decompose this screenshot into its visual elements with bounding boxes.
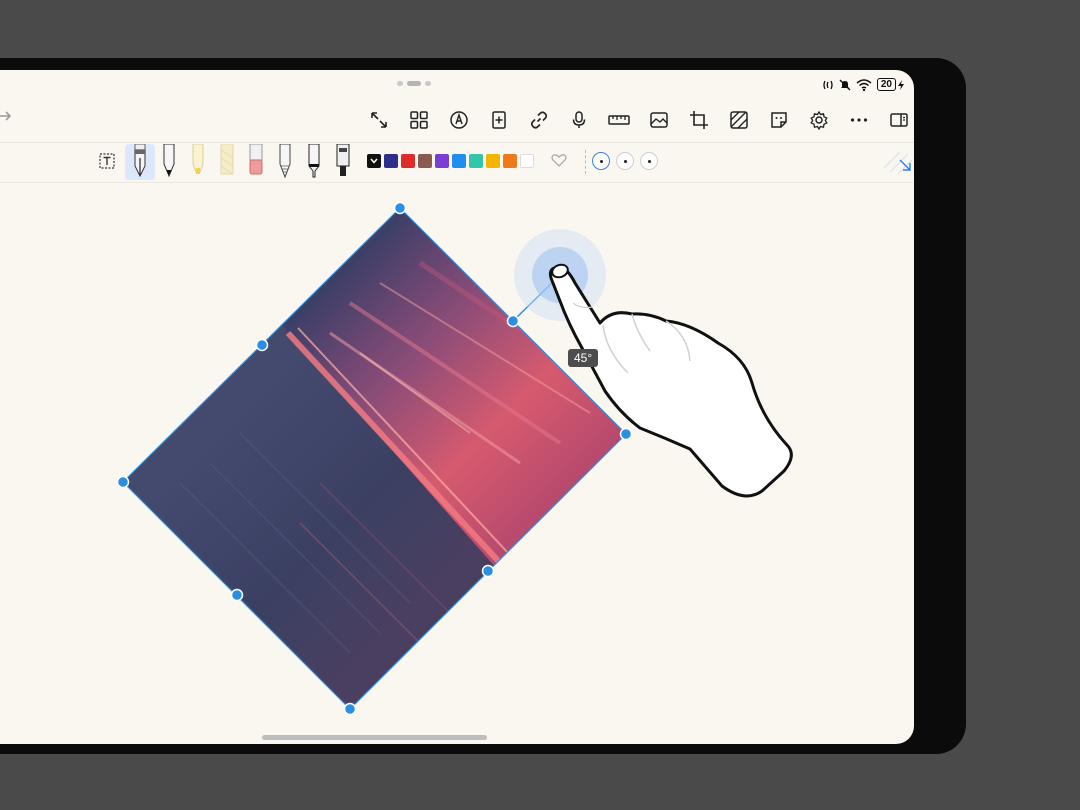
- ruler-button[interactable]: [607, 108, 631, 132]
- more-icon: [850, 118, 868, 122]
- multitask-handle[interactable]: [397, 81, 431, 86]
- highlighter-icon: [192, 143, 204, 174]
- marker-tool[interactable]: [334, 143, 352, 185]
- battery-level: 20: [876, 78, 896, 91]
- text-box-icon: [99, 153, 115, 169]
- sidebar-icon: [890, 113, 908, 127]
- collapse-toolbar-button[interactable]: [880, 148, 914, 181]
- app-screen: 20 45°: [0, 70, 914, 744]
- fountain-pen-tool[interactable]: [131, 143, 149, 185]
- ruler-icon: [608, 115, 630, 125]
- color-swatch-white[interactable]: [520, 154, 534, 168]
- sidebar-toggle-button[interactable]: [887, 108, 911, 132]
- home-indicator[interactable]: [262, 735, 487, 740]
- settings-icon: [810, 110, 828, 130]
- redo-icon: [0, 111, 12, 121]
- handle-left[interactable]: [116, 475, 130, 489]
- pen-mode-button[interactable]: [447, 108, 471, 132]
- textured-highlighter-icon: [220, 143, 234, 175]
- nfc-icon: [823, 80, 833, 89]
- crop-icon: [690, 111, 708, 129]
- mute-icon: [839, 79, 851, 90]
- chevron-down-icon: [370, 158, 378, 164]
- color-swatch-teal[interactable]: [469, 154, 483, 168]
- stroke-size-large[interactable]: [640, 152, 658, 170]
- highlighter-tool[interactable]: [189, 143, 207, 185]
- grid-icon: [410, 111, 428, 129]
- note-canvas[interactable]: 45°: [0, 183, 914, 744]
- rotation-angle-badge: 45°: [568, 349, 599, 367]
- redo-button[interactable]: [0, 110, 14, 133]
- ballpoint-pen-tool[interactable]: [160, 143, 178, 185]
- wifi-icon: [856, 78, 872, 91]
- main-toolbar: [0, 98, 914, 143]
- color-swatch-brown[interactable]: [418, 154, 432, 168]
- sticker-button[interactable]: [767, 108, 791, 132]
- toolbar-divider: [585, 150, 587, 174]
- handle-bottom-left-mid[interactable]: [230, 588, 244, 602]
- image-icon: [650, 112, 668, 128]
- status-bar: 20: [0, 70, 914, 98]
- fullscreen-button[interactable]: [367, 108, 391, 132]
- fineliner-tool[interactable]: [305, 143, 323, 185]
- handle-right[interactable]: [619, 427, 633, 441]
- color-swatch-red[interactable]: [401, 154, 415, 168]
- handle-bottom-right-mid[interactable]: [481, 564, 495, 578]
- stroke-size-options: [592, 152, 658, 170]
- fullscreen-icon: [371, 112, 387, 128]
- voice-record-button[interactable]: [567, 108, 591, 132]
- fineliner-icon: [308, 143, 320, 178]
- heart-icon: [551, 154, 567, 167]
- status-icons: 20: [822, 78, 904, 91]
- link-button[interactable]: [527, 108, 551, 132]
- tablet-frame: 20 45°: [0, 58, 966, 754]
- color-swatch-orange[interactable]: [503, 154, 517, 168]
- battery-indicator: 20: [876, 78, 904, 91]
- color-swatch-navy[interactable]: [384, 154, 398, 168]
- color-swatch-purple[interactable]: [435, 154, 449, 168]
- microphone-icon: [572, 111, 586, 128]
- textured-highlighter-tool[interactable]: [218, 143, 236, 185]
- texture-icon: [730, 111, 748, 129]
- handle-top[interactable]: [393, 201, 407, 215]
- canvas-drawing: [116, 201, 793, 716]
- fountain-pen-icon: [134, 143, 146, 178]
- color-swatch-blue[interactable]: [452, 154, 466, 168]
- marker-icon: [336, 143, 350, 176]
- eraser-tool[interactable]: [247, 143, 265, 185]
- pencil-tool[interactable]: [276, 143, 294, 185]
- color-swatch-black[interactable]: [367, 154, 381, 168]
- favorite-button[interactable]: [550, 151, 568, 174]
- add-page-icon: [492, 111, 506, 129]
- handle-top-right-mid[interactable]: [506, 314, 520, 328]
- charging-icon: [898, 79, 904, 90]
- link-icon: [530, 111, 548, 129]
- handle-bottom[interactable]: [343, 702, 357, 716]
- insert-image-button[interactable]: [647, 108, 671, 132]
- crop-button[interactable]: [687, 108, 711, 132]
- stroke-size-medium[interactable]: [616, 152, 634, 170]
- handle-top-left-mid[interactable]: [255, 338, 269, 352]
- add-page-button[interactable]: [487, 108, 511, 132]
- settings-button[interactable]: [807, 108, 831, 132]
- pen-circle-icon: [450, 111, 468, 129]
- pen-toolbar: [0, 142, 914, 183]
- pencil-icon: [279, 143, 291, 179]
- text-tool-button[interactable]: [98, 152, 116, 175]
- eraser-icon: [249, 143, 263, 175]
- ballpoint-pen-icon: [163, 143, 175, 178]
- more-button[interactable]: [847, 108, 871, 132]
- grid-view-button[interactable]: [407, 108, 431, 132]
- color-palette: [367, 154, 534, 168]
- sticker-icon: [771, 112, 787, 128]
- color-swatch-yellow[interactable]: [486, 154, 500, 168]
- background-texture-button[interactable]: [727, 108, 751, 132]
- collapse-arrow-icon: [883, 151, 913, 175]
- stroke-size-small[interactable]: [592, 152, 610, 170]
